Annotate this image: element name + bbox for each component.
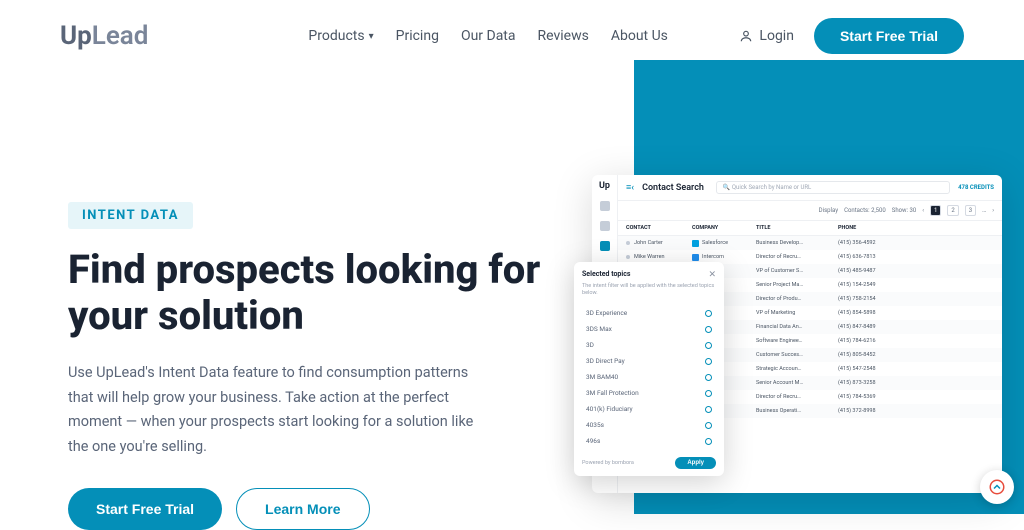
table-row: John CarterSalesforceBusiness Develop…(4…: [618, 236, 1002, 250]
remove-topic-icon: [705, 406, 712, 413]
hero-content: INTENT DATA Find prospects looking for y…: [68, 112, 548, 530]
remove-topic-icon: [705, 326, 712, 333]
topic-item[interactable]: 3D: [582, 337, 716, 353]
page-number: 1: [930, 205, 941, 216]
mockup-page-title: Contact Search: [642, 183, 704, 193]
user-icon: [739, 29, 753, 43]
learn-more-button[interactable]: Learn More: [236, 488, 369, 530]
mockup-nav-icon-active: [600, 241, 610, 251]
topics-popup: Selected topics ✕ The intent filter will…: [574, 262, 724, 476]
page-number: 2: [947, 205, 958, 216]
remove-topic-icon: [705, 310, 712, 317]
logo[interactable]: UpLead: [60, 21, 148, 51]
credits-badge: 478 CREDITS: [958, 184, 994, 191]
mockup-nav-icon: [600, 201, 610, 211]
powered-by-label: Powered by bombora: [582, 460, 634, 466]
remove-topic-icon: [705, 422, 712, 429]
main-nav: Products ▾ Pricing Our Data Reviews Abou…: [308, 28, 667, 44]
page-headline: Find prospects looking for your solution: [68, 247, 548, 339]
apply-button[interactable]: Apply: [675, 457, 716, 469]
hero-buttons: Start Free Trial Learn More: [68, 488, 548, 530]
nav-ourdata[interactable]: Our Data: [461, 28, 516, 44]
topic-item[interactable]: 3M BAM40: [582, 369, 716, 385]
hero-start-trial-button[interactable]: Start Free Trial: [68, 488, 222, 530]
remove-topic-icon: [705, 374, 712, 381]
remove-topic-icon: [705, 342, 712, 349]
topic-item[interactable]: 3M Fall Protection: [582, 385, 716, 401]
chevron-down-icon: ▾: [369, 31, 374, 42]
hamburger-icon: ≡‹: [626, 182, 634, 193]
page-number: 3: [965, 205, 976, 216]
mockup-topbar: ≡‹ Contact Search 🔍 Quick Search by Name…: [618, 175, 1002, 201]
nav-reviews[interactable]: Reviews: [538, 28, 589, 44]
mockup-controls: Display Contacts: 2,500 Show: 30 ‹ 1 2 3…: [618, 201, 1002, 221]
remove-topic-icon: [705, 438, 712, 445]
mockup-table-header: CONTACT COMPANY TITLE PHONE: [618, 221, 1002, 236]
topic-item[interactable]: 401(k) Fiduciary: [582, 401, 716, 417]
topics-title: Selected topics: [582, 270, 630, 280]
topic-item[interactable]: 3DS Max: [582, 321, 716, 337]
topic-item[interactable]: 3D Experience: [582, 305, 716, 321]
chat-icon: [988, 478, 1006, 496]
topics-description: The intent filter will be applied with t…: [582, 283, 716, 297]
topics-list: 3D Experience3DS Max3D3D Direct Pay3M BA…: [582, 305, 716, 449]
nav-pricing[interactable]: Pricing: [396, 28, 439, 44]
page-description: Use UpLead's Intent Data feature to find…: [68, 361, 488, 460]
mockup-logo: Up: [599, 181, 610, 191]
nav-about[interactable]: About Us: [611, 28, 668, 44]
login-link[interactable]: Login: [739, 28, 794, 44]
category-badge: INTENT DATA: [68, 202, 193, 229]
mockup-search-input: 🔍 Quick Search by Name or URL: [716, 181, 950, 194]
topic-item[interactable]: 496s: [582, 433, 716, 449]
start-trial-button[interactable]: Start Free Trial: [814, 18, 964, 54]
close-icon[interactable]: ✕: [708, 270, 716, 280]
chat-widget-button[interactable]: [980, 470, 1014, 504]
remove-topic-icon: [705, 390, 712, 397]
topic-item[interactable]: 3D Direct Pay: [582, 353, 716, 369]
remove-topic-icon: [705, 358, 712, 365]
topic-item[interactable]: 4035s: [582, 417, 716, 433]
mockup-nav-icon: [600, 221, 610, 231]
nav-products[interactable]: Products ▾: [308, 28, 373, 44]
